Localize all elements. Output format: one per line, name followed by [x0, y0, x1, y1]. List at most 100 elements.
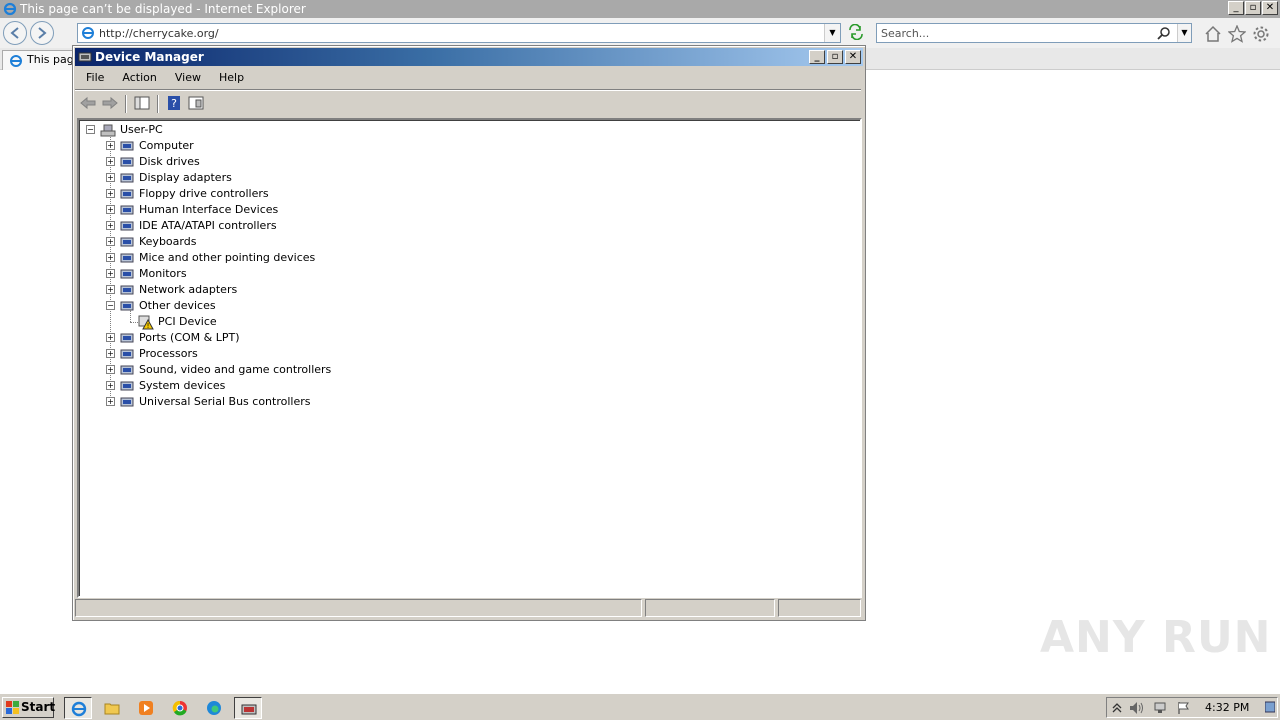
- tree-category-monitors[interactable]: Monitors: [119, 266, 419, 282]
- sound-video-and-game-controllers-icon: [119, 362, 135, 378]
- expand-toggle-processors[interactable]: +: [106, 349, 115, 358]
- tree-category-other-devices[interactable]: Other devices: [119, 298, 419, 314]
- device-tree[interactable]: − User-PC + Computer + Disk drives + Display …: [77, 118, 862, 598]
- ie-minimize-button[interactable]: _: [1228, 1, 1244, 15]
- tree-category-human-interface-devices[interactable]: Human Interface Devices: [119, 202, 419, 218]
- tree-category-computer[interactable]: Computer: [119, 138, 419, 154]
- ie-navigation-bar: http://cherrycake.org/ ▼ Search... ▼: [0, 18, 1280, 48]
- start-button[interactable]: Start: [2, 697, 55, 720]
- ie-restore-button[interactable]: ▫: [1245, 1, 1261, 15]
- taskbar-edge-button[interactable]: [200, 697, 228, 719]
- search-box[interactable]: Search... ▼: [876, 23, 1192, 43]
- tree-category-label: IDE ATA/ATAPI controllers: [139, 219, 277, 232]
- menu-file[interactable]: File: [79, 68, 111, 88]
- computer-icon: [119, 138, 135, 154]
- toolbar: ?: [75, 92, 861, 116]
- tree-category-processors[interactable]: Processors: [119, 346, 419, 362]
- taskbar: Start 4:32 PM: [0, 693, 1280, 720]
- expand-toggle-system-devices[interactable]: +: [106, 381, 115, 390]
- show-desktop-icon[interactable]: [1264, 700, 1276, 719]
- tree-category-floppy-drive-controllers[interactable]: Floppy drive controllers: [119, 186, 419, 202]
- refresh-button[interactable]: [847, 23, 867, 42]
- toolbar-properties-button[interactable]: [187, 95, 207, 113]
- tree-category-disk-drives[interactable]: Disk drives: [119, 154, 419, 170]
- tree-category-system-devices[interactable]: System devices: [119, 378, 419, 394]
- expand-toggle-floppy-drive-controllers[interactable]: +: [106, 189, 115, 198]
- address-bar[interactable]: http://cherrycake.org/ ▼: [77, 23, 841, 43]
- tree-connector: [130, 322, 138, 323]
- taskbar-chrome-button[interactable]: [166, 697, 194, 719]
- tree-category-sound-video-and-game-controllers[interactable]: Sound, video and game controllers: [119, 362, 419, 378]
- menu-view[interactable]: View: [168, 68, 208, 88]
- tree-category-label: Network adapters: [139, 283, 238, 296]
- menu-help[interactable]: Help: [212, 68, 251, 88]
- toolbar-separator: [125, 95, 127, 113]
- processors-icon: [119, 346, 135, 362]
- menu-action[interactable]: Action: [115, 68, 163, 88]
- favorites-star-icon[interactable]: [1227, 24, 1247, 46]
- address-dropdown-icon[interactable]: ▼: [824, 24, 840, 42]
- expand-toggle-display-adapters[interactable]: +: [106, 173, 115, 182]
- tree-root-user-pc[interactable]: User-PC: [100, 122, 400, 138]
- expand-toggle-universal-serial-bus-controllers[interactable]: +: [106, 397, 115, 406]
- forward-arrow-icon: [102, 96, 118, 110]
- floppy-drive-controllers-icon: [119, 186, 135, 202]
- forward-button[interactable]: [30, 21, 54, 45]
- tree-category-ports-com-lpt[interactable]: Ports (COM & LPT): [119, 330, 419, 346]
- dm-close-button[interactable]: ✕: [845, 50, 861, 64]
- tree-category-universal-serial-bus-controllers[interactable]: Universal Serial Bus controllers: [119, 394, 419, 410]
- tree-category-label: Universal Serial Bus controllers: [139, 395, 311, 408]
- expand-toggle-network-adapters[interactable]: +: [106, 285, 115, 294]
- expand-toggle-keyboards[interactable]: +: [106, 237, 115, 246]
- tree-category-label: Ports (COM & LPT): [139, 331, 240, 344]
- expand-toggle-disk-drives[interactable]: +: [106, 157, 115, 166]
- expand-toggle-computer[interactable]: +: [106, 141, 115, 150]
- tree-category-display-adapters[interactable]: Display adapters: [119, 170, 419, 186]
- expand-toggle-sound-video-and-game-controllers[interactable]: +: [106, 365, 115, 374]
- toolbar-help-button[interactable]: ?: [165, 95, 185, 113]
- expand-toggle-ports-com-lpt[interactable]: +: [106, 333, 115, 342]
- menu-separator: [75, 89, 861, 91]
- tray-expand-icon[interactable]: [1111, 701, 1123, 718]
- expand-toggle-ide-ata-atapi-controllers[interactable]: +: [106, 221, 115, 230]
- tree-category-keyboards[interactable]: Keyboards: [119, 234, 419, 250]
- dm-minimize-button[interactable]: _: [809, 50, 825, 64]
- taskbar-ie-button[interactable]: [64, 697, 92, 719]
- expand-toggle-other-devices[interactable]: −: [106, 301, 115, 310]
- tree-category-label: Computer: [139, 139, 194, 152]
- clock[interactable]: 4:32 PM: [1205, 701, 1249, 714]
- search-icon[interactable]: [1157, 26, 1171, 43]
- address-url: http://cherrycake.org/: [99, 27, 219, 40]
- toolbar-console-tree-button[interactable]: [133, 95, 153, 113]
- tree-category-ide-ata-atapi-controllers[interactable]: IDE ATA/ATAPI controllers: [119, 218, 419, 234]
- system-tray: 4:32 PM: [1106, 697, 1278, 718]
- windows-flag-icon: [6, 701, 19, 720]
- tree-category-mice-and-other-pointing-devices[interactable]: Mice and other pointing devices: [119, 250, 419, 266]
- properties-icon: [188, 96, 204, 110]
- taskbar-explorer-button[interactable]: [98, 697, 126, 719]
- action-center-flag-icon[interactable]: [1177, 701, 1191, 718]
- network-icon[interactable]: [1153, 701, 1169, 718]
- tree-device-pci-device[interactable]: ! PCI Device: [138, 314, 338, 330]
- expand-toggle-monitors[interactable]: +: [106, 269, 115, 278]
- back-button[interactable]: [3, 21, 27, 45]
- settings-gear-icon[interactable]: [1252, 25, 1270, 46]
- search-dropdown-icon[interactable]: ▼: [1177, 24, 1191, 42]
- volume-icon[interactable]: [1129, 701, 1145, 718]
- universal-serial-bus-controllers-icon: [119, 394, 135, 410]
- root-collapse-toggle[interactable]: −: [86, 125, 95, 134]
- ie-close-button[interactable]: ✕: [1262, 1, 1278, 15]
- device-manager-icon: [241, 704, 257, 715]
- home-icon[interactable]: [1204, 25, 1222, 46]
- taskbar-media-player-button[interactable]: [132, 697, 160, 719]
- disk-drives-icon: [119, 154, 135, 170]
- tree-category-network-adapters[interactable]: Network adapters: [119, 282, 419, 298]
- taskbar-device-manager-button[interactable]: [234, 697, 262, 719]
- toolbar-back-button[interactable]: [79, 95, 99, 113]
- dm-maximize-button[interactable]: ▫: [827, 50, 843, 64]
- expand-toggle-human-interface-devices[interactable]: +: [106, 205, 115, 214]
- tree-category-label: Keyboards: [139, 235, 197, 248]
- toolbar-forward-button[interactable]: [101, 95, 121, 113]
- menu-bar: File Action View Help: [75, 68, 861, 88]
- expand-toggle-mice-and-other-pointing-devices[interactable]: +: [106, 253, 115, 262]
